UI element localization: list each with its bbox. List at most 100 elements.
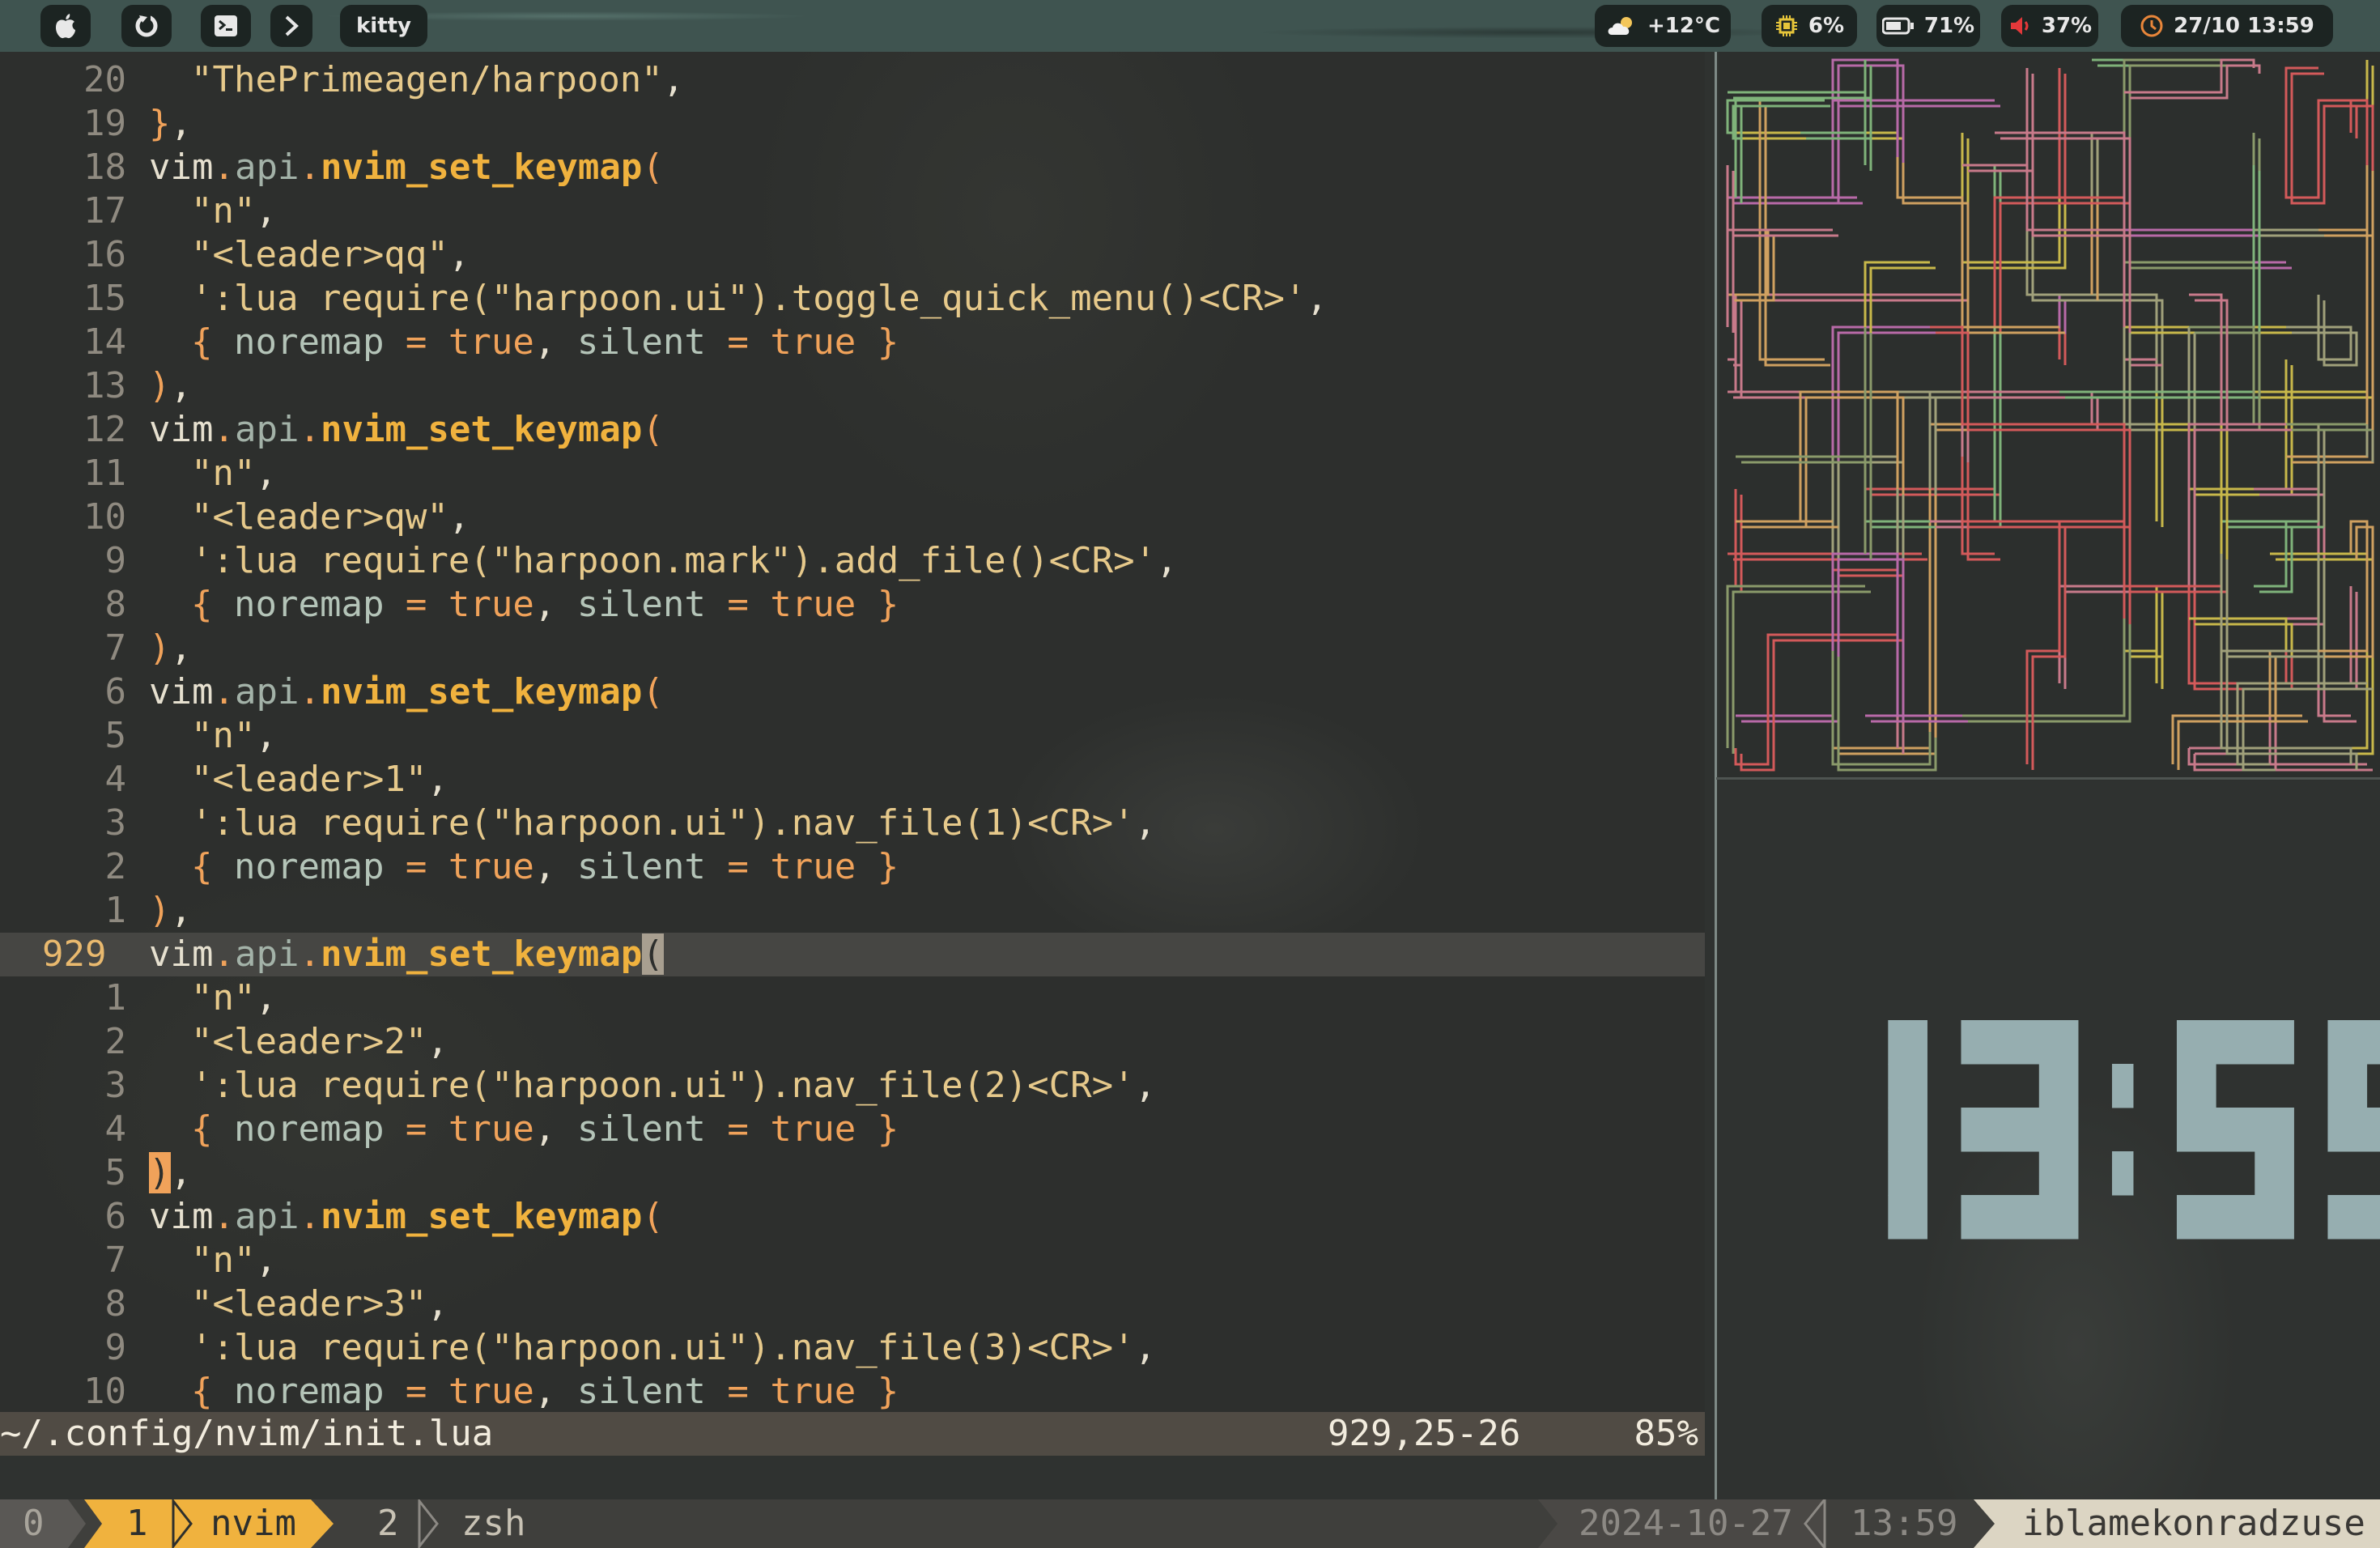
code-token: }: [149, 103, 171, 144]
tmux-window-1-index[interactable]: 1: [126, 1499, 148, 1548]
code-line[interactable]: 10 { noremap = true, silent = true }: [0, 1370, 1705, 1414]
tty-clock-pane[interactable]: [1719, 780, 2380, 1499]
code-token: ,: [1134, 802, 1157, 844]
menu-bar: kitty +12°C 6% 71% 37% 27/10 13:59: [0, 0, 2380, 52]
pipe-segment: [1733, 66, 1872, 171]
pipe-segment: [1734, 568, 1899, 766]
code-line[interactable]: 3 ':lua require("harpoon.ui").nav_file(1)…: [0, 802, 1705, 845]
code-token: "n": [191, 1240, 256, 1281]
code-token: =: [705, 1371, 771, 1412]
code-token: "<leader>2": [191, 1021, 427, 1062]
pipe-segment: [2187, 748, 2367, 766]
code-token: ,: [255, 977, 277, 1019]
code-line[interactable]: 1 "n",: [0, 976, 1705, 1020]
line-number: 17: [83, 190, 126, 232]
tmux-window-2-name[interactable]: zsh: [461, 1499, 525, 1548]
line-number: 1: [104, 890, 127, 931]
pipe-segment: [1728, 60, 1867, 165]
clock-pixel: [1888, 1064, 1927, 1108]
code-line[interactable]: 6 vim.api.nvim_set_keymap(: [0, 1195, 1705, 1239]
code-line[interactable]: 10 "<leader>qw",: [0, 495, 1705, 539]
code-token: true: [770, 321, 856, 363]
code-line[interactable]: 4 "<leader>1",: [0, 758, 1705, 802]
pane-divider[interactable]: [1715, 52, 1717, 1499]
line-number: 10: [83, 496, 126, 538]
tmux-window-2-index[interactable]: 2: [377, 1499, 399, 1548]
code-token: ,: [255, 453, 277, 494]
weather-widget[interactable]: +12°C: [1595, 5, 1731, 47]
editor-pane[interactable]: 20 "ThePrimeagen/harpoon", 19}, 18 vim.api.n…: [0, 52, 1705, 1412]
clock-pixel: [2255, 1195, 2294, 1240]
line-number: 15: [83, 278, 126, 319]
code-line[interactable]: 9 ':lua require("harpoon.mark").add_file(…: [0, 539, 1705, 583]
code-line[interactable]: 6 vim.api.nvim_set_keymap(: [0, 670, 1705, 714]
code-line[interactable]: 8 "<leader>3",: [0, 1282, 1705, 1326]
code-token: ,: [533, 584, 577, 625]
code-token: silent: [576, 321, 706, 363]
pane-divider-horizontal[interactable]: [1716, 777, 2380, 780]
volume-widget[interactable]: 37%: [2001, 5, 2098, 47]
code-line[interactable]: 2 { noremap = true, silent = true }: [0, 845, 1705, 889]
line-number: 3: [104, 802, 127, 844]
code-line[interactable]: 5),: [0, 1151, 1705, 1195]
line-number: 20: [83, 59, 126, 100]
code-line[interactable]: 12 vim.api.nvim_set_keymap(: [0, 408, 1705, 452]
code-line[interactable]: 17 "n",: [0, 189, 1705, 233]
code-line[interactable]: 9 ':lua require("harpoon.ui").nav_file(3)…: [0, 1326, 1705, 1370]
code-token: (: [642, 671, 664, 712]
code-line[interactable]: 15 ':lua require("harpoon.ui").toggle_qui…: [0, 277, 1705, 321]
pipe-segment: [2025, 133, 2158, 489]
code-line[interactable]: 16 "<leader>qq",: [0, 233, 1705, 277]
cpu-widget[interactable]: 6%: [1762, 5, 1857, 47]
code-line[interactable]: 19},: [0, 102, 1705, 146]
datetime-label: 27/10 13:59: [2174, 14, 2314, 38]
code-line[interactable]: 4 { noremap = true, silent = true }: [0, 1108, 1705, 1151]
clock-pixel: [2255, 1108, 2294, 1152]
tmux-status-bar: 0 1 nvim 2 zsh 2024-10-27 13:59 iblameko…: [0, 1499, 2380, 1548]
code-line[interactable]: 8 { noremap = true, silent = true }: [0, 583, 1705, 627]
code-line[interactable]: 1),: [0, 889, 1705, 933]
code-line-current[interactable]: 929 vim.api.nvim_set_keymap(: [0, 933, 1705, 976]
code-line[interactable]: 7),: [0, 627, 1705, 670]
code-token: "n": [191, 453, 256, 494]
line-number: 2: [104, 846, 127, 887]
code-line[interactable]: 5 "n",: [0, 714, 1705, 758]
terminal-launcher[interactable]: [201, 5, 251, 47]
code-line[interactable]: 14 { noremap = true, silent = true }: [0, 321, 1705, 364]
app-name-label: kitty: [355, 14, 411, 38]
code-token: ,: [1134, 1065, 1157, 1106]
pipes-screensaver-pane[interactable]: [1719, 52, 2380, 780]
code-line[interactable]: 20 "ThePrimeagen/harpoon",: [0, 58, 1705, 102]
line-number: 6: [104, 1196, 127, 1237]
code-line[interactable]: 18 vim.api.nvim_set_keymap(: [0, 146, 1705, 189]
pipe-segment: [1837, 300, 2067, 464]
code-line[interactable]: 3 ':lua require("harpoon.ui").nav_file(2)…: [0, 1064, 1705, 1108]
code-line[interactable]: 2 "<leader>2",: [0, 1020, 1705, 1064]
front-app-name[interactable]: kitty: [340, 5, 427, 47]
clock-widget[interactable]: 27/10 13:59: [2121, 5, 2333, 47]
code-token: =: [705, 584, 771, 625]
code-token: {: [191, 321, 213, 363]
code-line[interactable]: 13),: [0, 364, 1705, 408]
app-switcher-icon[interactable]: [121, 5, 172, 47]
code-text: vim.api.nvim_set_keymap(: [149, 146, 664, 189]
code-token: ':lua require("harpoon.mark").add_file()…: [191, 540, 1157, 581]
pipe-segment: [2031, 138, 2164, 495]
code-token: "<leader>3": [191, 1283, 427, 1325]
battery-widget[interactable]: 71%: [1876, 5, 1980, 47]
code-token: nvim_set_keymap: [320, 409, 643, 450]
code-token: "<leader>qq": [191, 234, 448, 275]
apple-menu[interactable]: [40, 5, 91, 47]
code-line[interactable]: 7 "n",: [0, 1239, 1705, 1282]
clock-pixel: [1888, 1020, 1927, 1065]
code-text: ':lua require("harpoon.ui").nav_file(1)<…: [191, 802, 1156, 845]
tmux-session[interactable]: 0: [23, 1499, 45, 1548]
tmux-window-1-name[interactable]: nvim: [210, 1499, 296, 1548]
code-token: ,: [448, 496, 470, 538]
clock-pixel: [2327, 1195, 2368, 1240]
clock-pixel: [2038, 1064, 2079, 1108]
line-number: 3: [104, 1065, 127, 1106]
code-text: { noremap = true, silent = true }: [191, 583, 899, 627]
code-line[interactable]: 11 "n",: [0, 452, 1705, 495]
